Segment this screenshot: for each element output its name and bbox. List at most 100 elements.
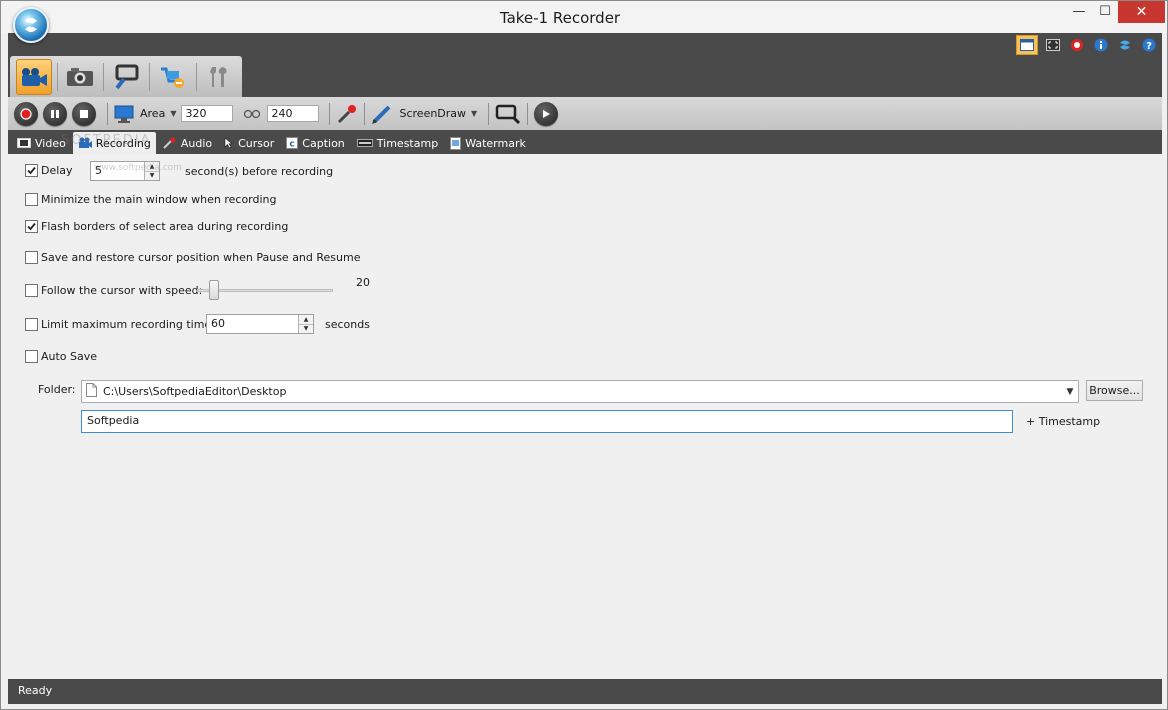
toolbar-separator (107, 102, 108, 125)
limit-spinner[interactable]: 60 ▲ ▼ (206, 314, 314, 334)
tab-audio[interactable]: Audio (158, 132, 217, 154)
browse-button[interactable]: Browse... (1086, 380, 1143, 401)
tab-caption[interactable]: c Caption (281, 132, 349, 154)
auto-save-label: Auto Save (41, 350, 98, 363)
toolbar-separator (488, 102, 490, 125)
cart-tool-icon[interactable] (155, 59, 190, 95)
screendraw-dropdown-caret[interactable]: ▼ (471, 109, 477, 118)
header-icon-group: ? (1016, 35, 1158, 55)
link-icon[interactable] (243, 109, 261, 119)
folder-path: C:\Users\SoftpediaEditor\Desktop (103, 385, 287, 398)
flash-checkbox[interactable] (25, 220, 38, 233)
settings-tab-strip: Video Recording Audio Cursor c Caption T… (8, 130, 1162, 154)
microphone-icon[interactable] (336, 104, 358, 124)
zoom-icon[interactable] (495, 104, 521, 124)
limit-value[interactable]: 60 (207, 315, 298, 333)
settings-tools-icon[interactable] (202, 59, 237, 95)
tab-timestamp[interactable]: Timestamp (352, 132, 443, 154)
follow-label: Follow the cursor with speed: (41, 284, 203, 297)
record-button[interactable] (14, 101, 38, 126)
toolbar: Area ▼ ScreenDraw ▼ (8, 97, 1162, 130)
screenshot-camera-icon[interactable] (63, 59, 98, 95)
help-icon[interactable]: ? (1140, 36, 1158, 54)
folder-dropdown-chevron-icon[interactable]: ▼ (1062, 387, 1078, 397)
delay-label: Delay (41, 164, 73, 177)
magnifier-tool-icon[interactable] (109, 59, 144, 95)
tab-caption-label: Caption (302, 136, 345, 150)
tab-cursor[interactable]: Cursor (219, 132, 279, 154)
toolbar-separator (329, 102, 331, 125)
follow-speed-value: 20 (356, 276, 370, 289)
flash-checkbox-row[interactable]: Flash borders of select area during reco… (25, 220, 288, 233)
info-icon[interactable] (1092, 36, 1110, 54)
svg-text:?: ? (1146, 41, 1152, 52)
add-timestamp-link[interactable]: + Timestamp (1026, 415, 1100, 428)
toolbar-separator (364, 102, 366, 125)
folder-label: Folder: (38, 383, 76, 396)
delay-checkbox[interactable] (25, 164, 38, 177)
timestamp-icon (356, 139, 373, 147)
area-dropdown-caret[interactable]: ▼ (170, 109, 176, 118)
minimize-button[interactable]: — (1065, 1, 1093, 23)
play-button[interactable] (534, 101, 559, 126)
app-logo-icon[interactable] (13, 7, 49, 43)
auto-save-checkbox[interactable] (25, 350, 38, 363)
mode-separator (103, 62, 104, 91)
folder-combobox[interactable]: C:\Users\SoftpediaEditor\Desktop ▼ (81, 380, 1079, 403)
minimize-checkbox[interactable] (25, 193, 38, 206)
header-band: ? (8, 33, 1162, 97)
watermark-doc-icon (450, 136, 462, 150)
follow-checkbox[interactable] (25, 284, 38, 297)
watermark-text: SOFTPEDIA (61, 133, 152, 148)
maximize-button[interactable]: ☐ (1091, 1, 1119, 23)
save-restore-checkbox-row[interactable]: Save and restore cursor position when Pa… (25, 251, 361, 264)
pause-button[interactable] (43, 101, 67, 126)
limit-checkbox-row[interactable]: Limit maximum recording time (25, 318, 211, 331)
tab-audio-label: Audio (180, 136, 213, 150)
tab-watermark[interactable]: Watermark (445, 132, 531, 154)
save-restore-label: Save and restore cursor position when Pa… (41, 251, 361, 264)
minimize-checkbox-row[interactable]: Minimize the main window when recording (25, 193, 277, 206)
height-input[interactable] (267, 105, 320, 122)
save-restore-checkbox[interactable] (25, 251, 38, 264)
delay-checkbox-row[interactable]: Delay (25, 164, 73, 177)
mode-tab-bar (10, 56, 242, 97)
bug-icon[interactable] (1068, 36, 1086, 54)
flash-label: Flash borders of select area during reco… (41, 220, 289, 233)
limit-spinner-buttons[interactable]: ▲ ▼ (298, 315, 313, 333)
delay-suffix: second(s) before recording (185, 165, 334, 178)
window-title: Take-1 Recorder (499, 9, 621, 27)
area-label[interactable]: Area (140, 107, 165, 120)
auto-save-checkbox-row[interactable]: Auto Save (25, 350, 97, 363)
tab-watermark-label: Watermark (465, 136, 526, 150)
minimize-label: Minimize the main window when recording (41, 193, 277, 206)
fullscreen-icon[interactable] (1044, 36, 1062, 54)
limit-checkbox[interactable] (25, 318, 38, 331)
tab-timestamp-label: Timestamp (376, 136, 439, 150)
tab-cursor-label: Cursor (238, 136, 275, 150)
limit-label: Limit maximum recording time (41, 318, 212, 331)
video-camera-icon[interactable] (16, 58, 52, 95)
follow-speed-slider-thumb[interactable] (209, 280, 219, 300)
stop-button[interactable] (72, 101, 96, 126)
width-input[interactable] (181, 105, 234, 122)
pen-icon (371, 104, 393, 124)
mode-separator (149, 62, 151, 91)
status-text: Ready (18, 684, 53, 697)
audio-mic-icon (163, 137, 177, 149)
screendraw-label[interactable]: ScreenDraw (399, 107, 466, 120)
close-button[interactable]: ✕ (1118, 1, 1165, 23)
window-mode-icon[interactable] (1016, 35, 1038, 55)
filename-input[interactable]: Softpedia (81, 410, 1013, 433)
caption-icon: c (286, 137, 299, 149)
film-icon (17, 138, 31, 148)
follow-checkbox-row[interactable]: Follow the cursor with speed: (25, 284, 202, 297)
mode-separator (195, 62, 197, 91)
recording-settings-panel: Delay 5 ▲ ▼ second(s) before recording Mi… (8, 154, 1162, 679)
status-bar: Ready (8, 679, 1162, 704)
title-bar: Take-1 Recorder — ☐ ✕ (1, 1, 1167, 33)
cursor-arrow-icon (224, 137, 234, 149)
logo-icon[interactable] (1116, 36, 1134, 54)
toolbar-separator (527, 102, 529, 125)
file-icon (86, 383, 97, 400)
